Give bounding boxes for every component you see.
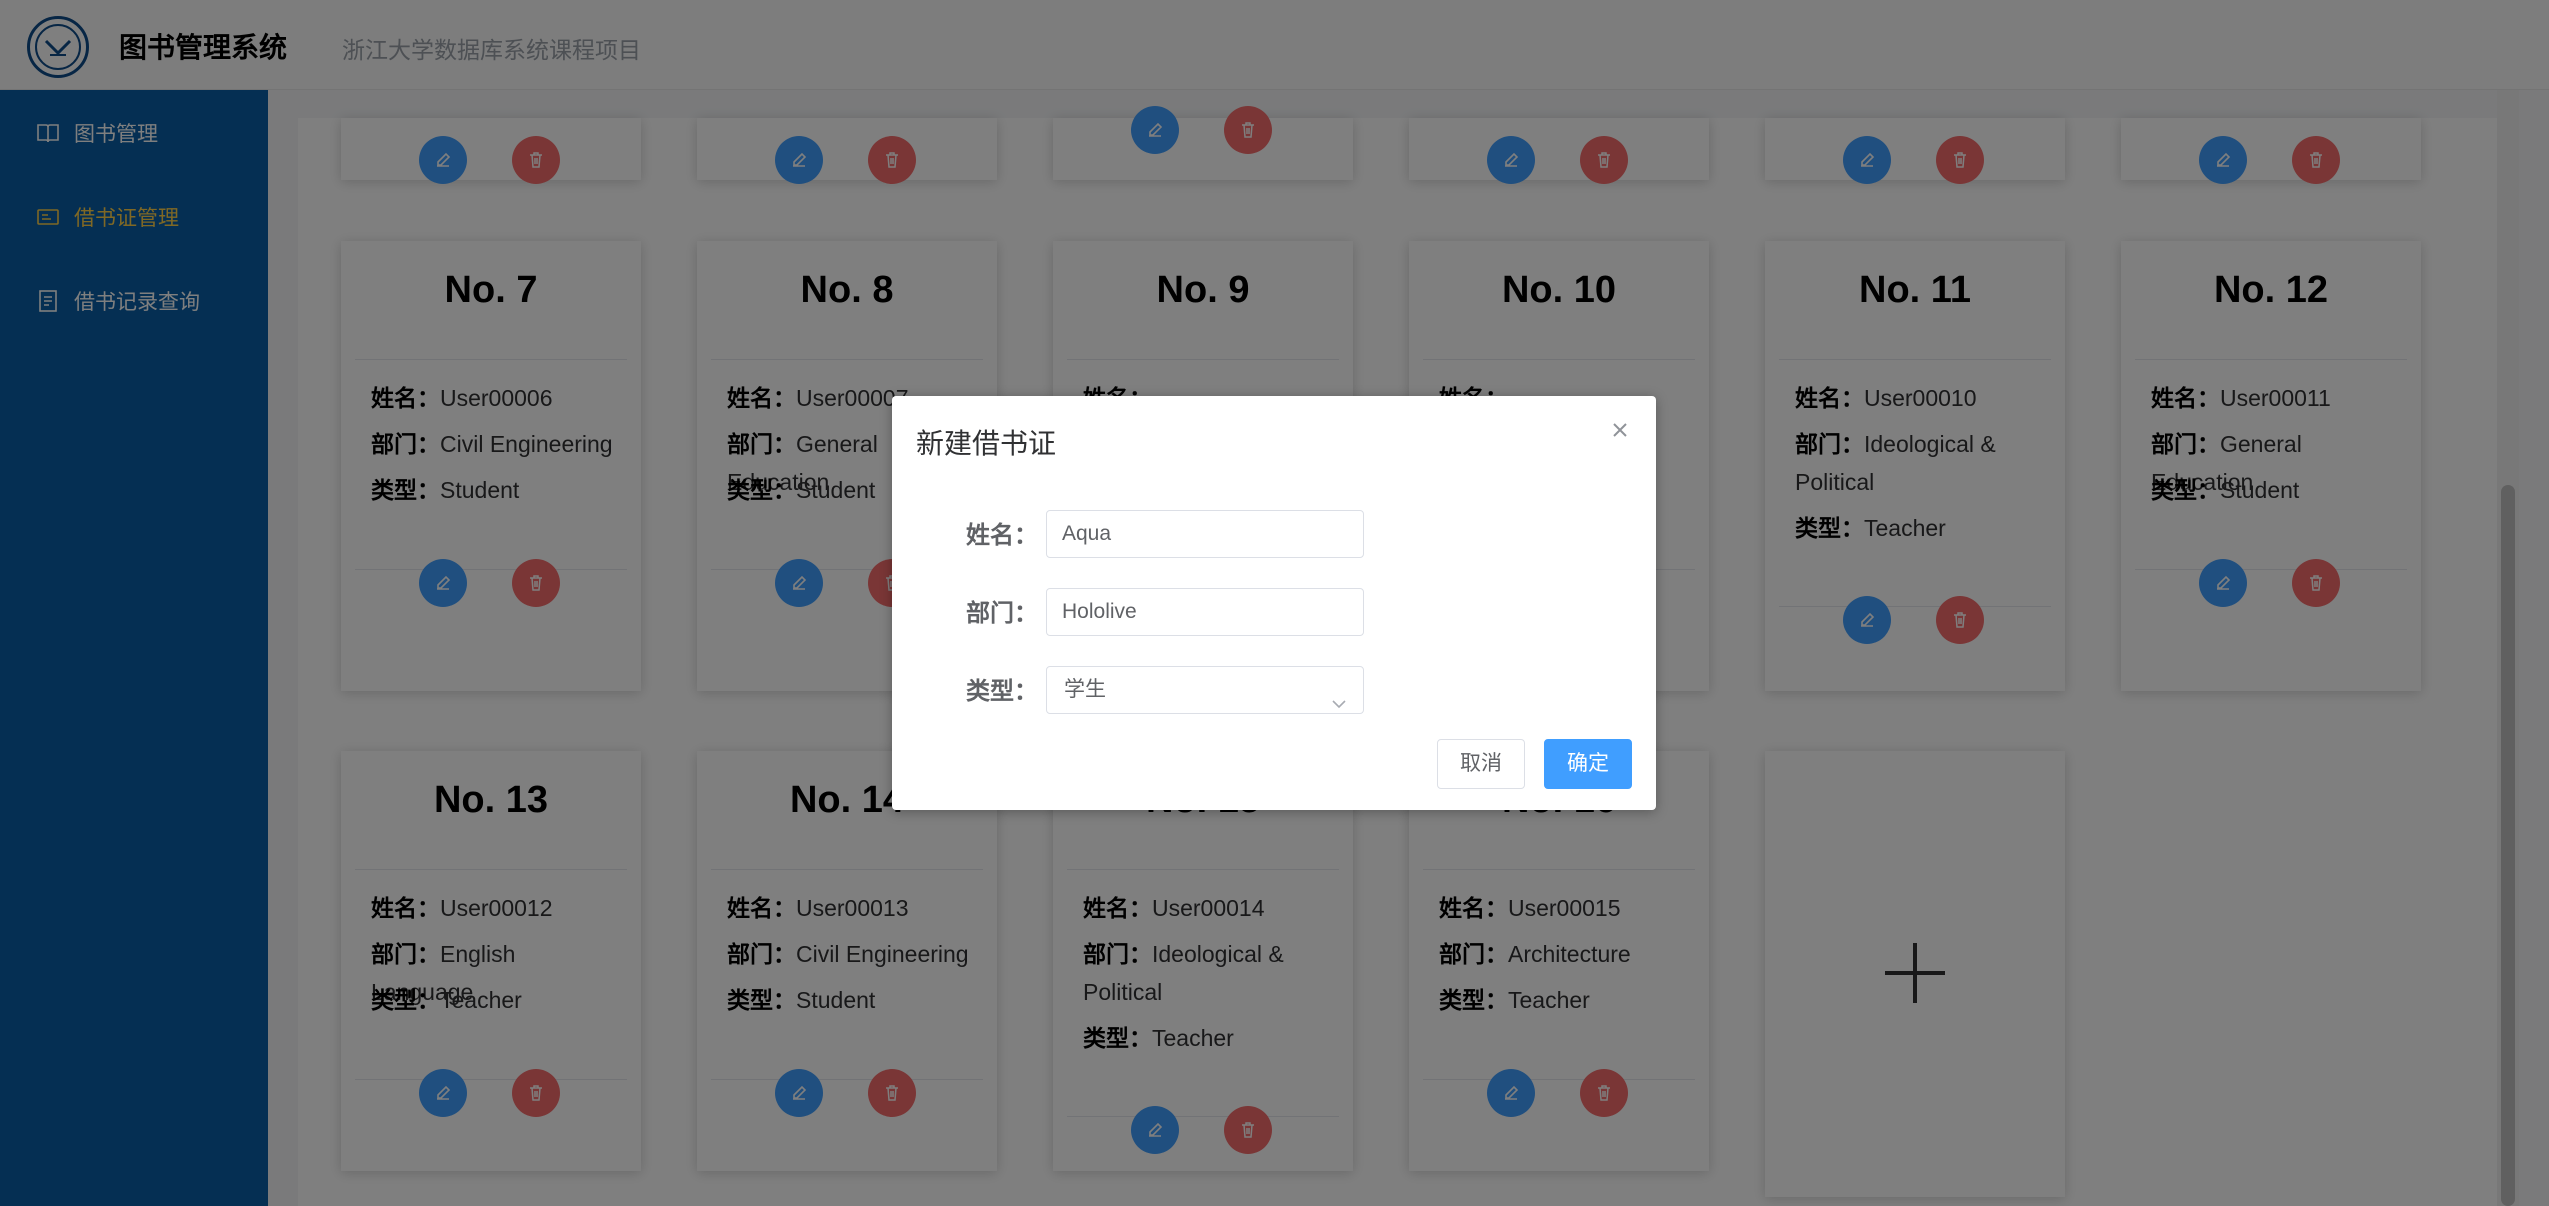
department-input[interactable] bbox=[1046, 588, 1364, 636]
cancel-button[interactable]: 取消 bbox=[1437, 739, 1525, 789]
chevron-down-icon bbox=[1331, 683, 1347, 709]
name-input[interactable] bbox=[1046, 510, 1364, 558]
confirm-button[interactable]: 确定 bbox=[1544, 739, 1632, 789]
close-icon[interactable] bbox=[1606, 416, 1634, 444]
type-select-value: 学生 bbox=[1064, 678, 1106, 701]
type-select[interactable]: 学生 bbox=[1046, 666, 1364, 714]
new-card-dialog: 新建借书证 姓名： 部门： 类型： 学生 取消 确定 bbox=[892, 396, 1656, 810]
dialog-title: 新建借书证 bbox=[916, 428, 1057, 459]
